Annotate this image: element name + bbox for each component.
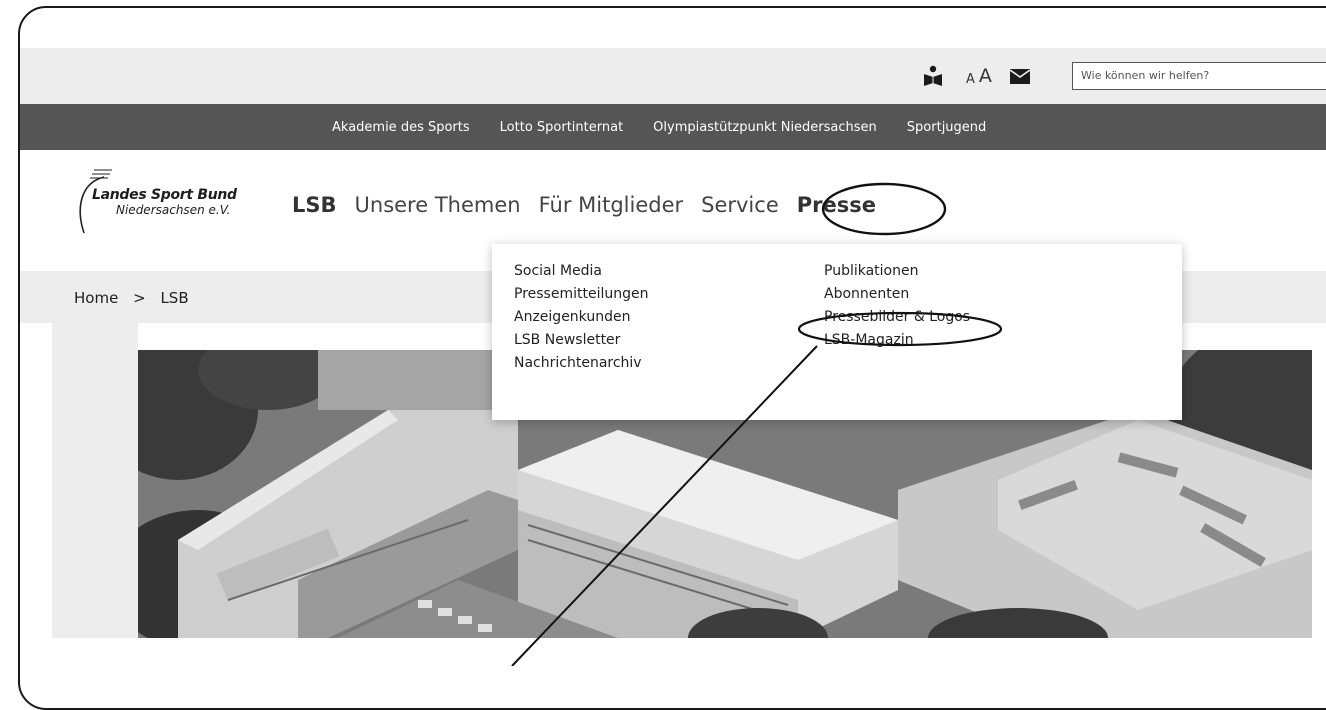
screenshot-frame: A A Wie können wir helfen? Akademie des … xyxy=(18,6,1326,710)
main-nav-service[interactable]: Service xyxy=(701,193,779,217)
main-nav-unsere-themen[interactable]: Unsere Themen xyxy=(355,193,521,217)
main-nav: LSB Unsere Themen Für Mitglieder Service… xyxy=(292,193,894,217)
dropdown-item-publikationen[interactable]: Publikationen xyxy=(824,260,970,283)
dropdown-item-social-media[interactable]: Social Media xyxy=(514,260,648,283)
dropdown-right-column: Publikationen Abonnenten Pressebilder & … xyxy=(824,260,970,352)
reader-icon[interactable] xyxy=(922,65,944,87)
mail-icon[interactable] xyxy=(1009,68,1030,84)
breadcrumb: Home > LSB xyxy=(74,289,189,307)
top-nav-akademie[interactable]: Akademie des Sports xyxy=(332,120,470,135)
breadcrumb-separator: > xyxy=(133,289,146,307)
content-side-strip xyxy=(52,323,138,668)
top-nav-sportinternat[interactable]: Lotto Sportinternat xyxy=(500,120,624,135)
dropdown-item-pressemitteilungen[interactable]: Pressemitteilungen xyxy=(514,283,648,306)
dropdown-item-anzeigenkunden[interactable]: Anzeigenkunden xyxy=(514,306,648,329)
presse-dropdown-menu: Social Media Pressemitteilungen Anzeigen… xyxy=(492,244,1182,420)
main-nav-presse[interactable]: Presse xyxy=(797,193,876,217)
dropdown-item-lsb-magazin[interactable]: LSB-Magazin xyxy=(824,329,970,352)
logo[interactable]: Landes Sport Bund Niedersachsen e.V. xyxy=(72,167,252,237)
main-nav-fuer-mitglieder[interactable]: Für Mitglieder xyxy=(539,193,684,217)
top-nav-sportjugend[interactable]: Sportjugend xyxy=(907,120,987,135)
dropdown-item-lsb-newsletter[interactable]: LSB Newsletter xyxy=(514,329,648,352)
search-input[interactable]: Wie können wir helfen? xyxy=(1072,62,1326,90)
font-size-small-button[interactable]: A xyxy=(966,72,975,87)
main-nav-lsb[interactable]: LSB xyxy=(292,193,337,217)
breadcrumb-current: LSB xyxy=(160,289,189,307)
top-nav-bar: Akademie des Sports Lotto Sportinternat … xyxy=(20,104,1326,150)
dropdown-item-nachrichtenarchiv[interactable]: Nachrichtenarchiv xyxy=(514,352,648,375)
top-nav-olympiastuetzpunkt[interactable]: Olympiastützpunkt Niedersachsen xyxy=(653,120,877,135)
logo-text-line2: Niedersachsen e.V. xyxy=(116,203,231,217)
bottom-margin xyxy=(20,638,1326,668)
font-size-large-button[interactable]: A xyxy=(979,65,992,87)
dropdown-left-column: Social Media Pressemitteilungen Anzeigen… xyxy=(514,260,648,375)
breadcrumb-home[interactable]: Home xyxy=(74,289,118,307)
dropdown-item-abonnenten[interactable]: Abonnenten xyxy=(824,283,970,306)
logo-text-line1: Landes Sport Bund xyxy=(92,187,237,203)
dropdown-item-pressebilder-logos[interactable]: Pressebilder & Logos xyxy=(824,306,970,329)
font-size-toggle[interactable]: A A xyxy=(966,65,992,87)
utility-bar: A A Wie können wir helfen? xyxy=(20,48,1326,104)
